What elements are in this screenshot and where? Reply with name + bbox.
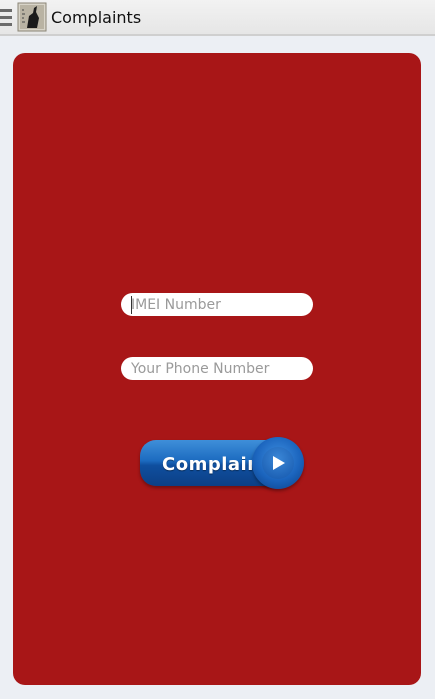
action-bar: Complaints xyxy=(0,0,435,36)
complain-button-label: Complain xyxy=(162,454,261,475)
play-arrow-icon xyxy=(252,437,304,489)
imei-number-input[interactable] xyxy=(121,293,313,316)
text-cursor xyxy=(131,296,132,314)
page-title: Complaints xyxy=(51,8,142,27)
play-arrow-icon-inner xyxy=(262,447,294,479)
complain-button[interactable]: Complain xyxy=(140,437,305,491)
phone-number-input[interactable] xyxy=(121,357,313,380)
app-logo-icon[interactable] xyxy=(17,2,47,32)
menu-bar-line xyxy=(0,9,12,12)
menu-bar-line xyxy=(0,16,12,19)
hamburger-menu-icon[interactable] xyxy=(0,9,12,26)
menu-bar-line xyxy=(0,23,12,26)
